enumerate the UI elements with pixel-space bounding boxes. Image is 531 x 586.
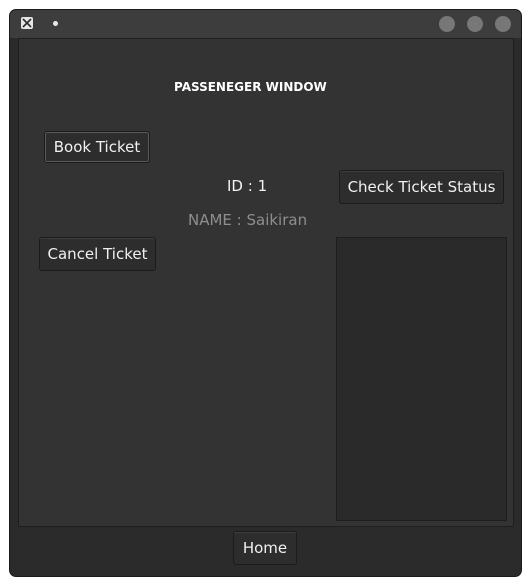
cancel-ticket-button[interactable]: Cancel Ticket [39, 237, 156, 271]
main-panel: PASSENEGER WINDOW Book Ticket ID : 1 Che… [18, 38, 514, 527]
window-state-dot [53, 21, 58, 26]
passenger-id-label: ID : 1 [227, 177, 268, 195]
page-title: PASSENEGER WINDOW [174, 80, 327, 94]
x11-icon [21, 17, 33, 29]
maximize-button-icon[interactable] [467, 16, 483, 32]
passenger-name-label: NAME : Saikiran [188, 211, 308, 229]
home-button[interactable]: Home [233, 531, 297, 565]
book-ticket-button[interactable]: Book Ticket [44, 131, 150, 163]
passenger-window: PASSENEGER WINDOW Book Ticket ID : 1 Che… [10, 10, 521, 576]
title-bar[interactable] [10, 10, 521, 38]
close-button-icon[interactable] [495, 16, 511, 32]
ticket-status-panel [336, 237, 507, 521]
minimize-button-icon[interactable] [439, 16, 455, 32]
check-ticket-status-button[interactable]: Check Ticket Status [339, 170, 504, 204]
